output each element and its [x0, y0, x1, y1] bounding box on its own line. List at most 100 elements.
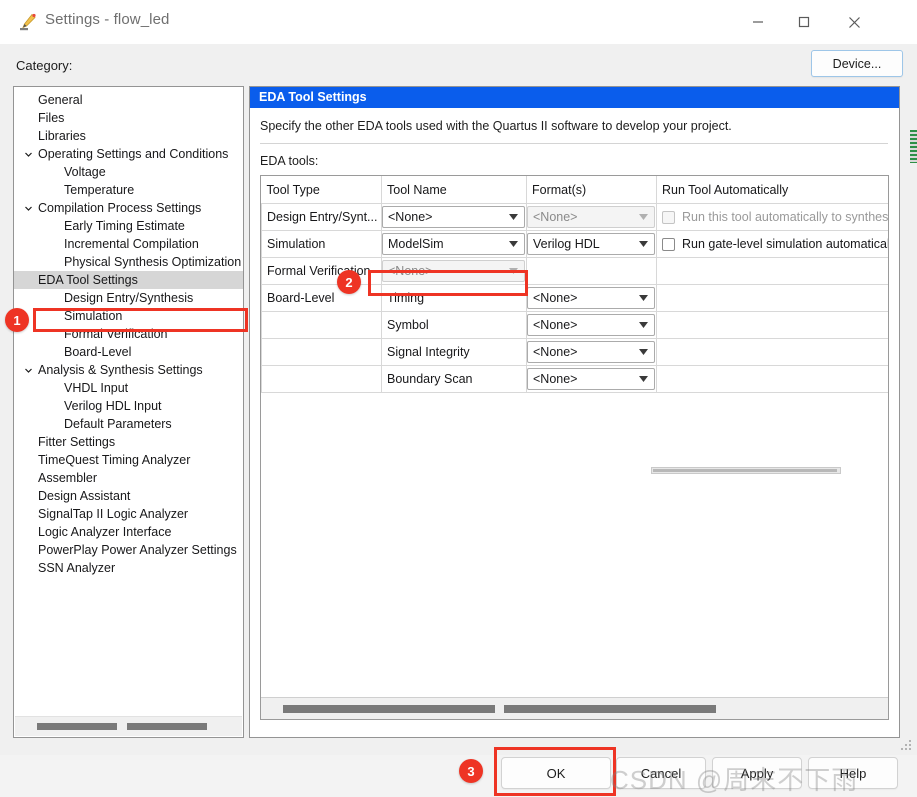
tree-item-physical-synthesis-optimization[interactable]: Physical Synthesis Optimization: [14, 253, 243, 271]
device-button[interactable]: Device...: [811, 50, 903, 77]
tree-item-formal-verification[interactable]: Formal Verification: [14, 325, 243, 343]
tree-item-analysis-synthesis-settings[interactable]: Analysis & Synthesis Settings: [14, 361, 243, 379]
resize-grip-icon[interactable]: [901, 740, 912, 751]
chevron-down-icon[interactable]: [509, 261, 518, 281]
tree-item-design-entry-synthesis[interactable]: Design Entry/Synthesis: [14, 289, 243, 307]
tree-scroll-thumb-left[interactable]: [37, 723, 117, 730]
format-dropdown[interactable]: <None>: [527, 341, 655, 363]
format-dropdown[interactable]: <None>: [527, 314, 655, 336]
table-row: Simulation ModelSim Verilog HDL Run gate-le…: [261, 230, 888, 258]
cell-tool-name[interactable]: <None>: [381, 257, 527, 285]
table-header-tool-name[interactable]: Tool Name: [381, 176, 527, 204]
minimize-button[interactable]: [735, 0, 781, 44]
chevron-down-icon[interactable]: [639, 342, 648, 362]
tree-item-label: Verilog HDL Input: [64, 399, 162, 413]
cell-format[interactable]: <None>: [526, 311, 657, 339]
chevron-down-icon[interactable]: [639, 288, 648, 308]
cell-format[interactable]: Verilog HDL: [526, 230, 657, 258]
tree-item-assembler[interactable]: Assembler: [14, 469, 243, 487]
table-header-run-tool-automatically[interactable]: Run Tool Automatically: [656, 176, 888, 204]
tree-item-label: Simulation: [64, 309, 123, 323]
format-dropdown[interactable]: <None>: [527, 206, 655, 228]
ok-button[interactable]: OK: [501, 757, 611, 789]
chevron-down-icon[interactable]: [22, 199, 34, 217]
tree-item-simulation[interactable]: Simulation: [14, 307, 243, 325]
help-button[interactable]: Help: [808, 757, 898, 789]
tree-item-verilog-hdl-input[interactable]: Verilog HDL Input: [14, 397, 243, 415]
cell-format[interactable]: <None>: [526, 284, 657, 312]
tree-item-temperature[interactable]: Temperature: [14, 181, 243, 199]
tree-item-label: Default Parameters: [64, 417, 172, 431]
chevron-down-icon[interactable]: [639, 207, 648, 227]
cell-format[interactable]: <None>: [526, 203, 657, 231]
tree-item-libraries[interactable]: Libraries: [14, 127, 243, 145]
format-dropdown[interactable]: Verilog HDL: [527, 233, 655, 255]
annotation-badge-1: 1: [5, 308, 29, 332]
cell-tool-name[interactable]: Symbol: [381, 311, 527, 339]
chevron-down-icon[interactable]: [22, 361, 34, 379]
run-tool-checkbox[interactable]: [662, 210, 675, 224]
cell-tool-name[interactable]: Signal Integrity: [381, 338, 527, 366]
category-tree-list[interactable]: General Files Libraries Operating Settings …: [14, 91, 243, 715]
chevron-down-icon[interactable]: [639, 234, 648, 254]
cell-format: [526, 257, 657, 285]
table-horizontal-scrollbar[interactable]: [261, 697, 888, 719]
tool-name-value: <None>: [388, 210, 433, 224]
tool-name-dropdown[interactable]: <None>: [382, 260, 525, 282]
tree-item-label: Assembler: [38, 471, 98, 485]
tree-item-eda-tool-settings[interactable]: EDA Tool Settings: [14, 271, 243, 289]
tree-item-files[interactable]: Files: [14, 109, 243, 127]
table-header-tool-type[interactable]: Tool Type: [261, 176, 382, 204]
cancel-button[interactable]: Cancel: [616, 757, 706, 789]
tree-item-vhdl-input[interactable]: VHDL Input: [14, 379, 243, 397]
chevron-down-icon[interactable]: [509, 207, 518, 227]
tree-item-design-assistant[interactable]: Design Assistant: [14, 487, 243, 505]
tree-item-compilation-process-settings[interactable]: Compilation Process Settings: [14, 199, 243, 217]
table-scroll-thumb-left[interactable]: [283, 705, 495, 713]
chevron-down-icon[interactable]: [639, 369, 648, 389]
cell-tool-name[interactable]: Timing: [381, 284, 527, 312]
cell-run-tool-automatically[interactable]: Run gate-level simulation automaticall: [656, 230, 888, 258]
tree-item-ssn-analyzer[interactable]: SSN Analyzer: [14, 559, 243, 577]
cell-tool-type: Design Entry/Synt...: [261, 203, 382, 231]
tree-item-label: Early Timing Estimate: [64, 219, 185, 233]
format-value: <None>: [533, 210, 578, 224]
cell-format[interactable]: <None>: [526, 338, 657, 366]
tree-scroll-thumb-right[interactable]: [127, 723, 207, 730]
table-header-format-s[interactable]: Format(s): [526, 176, 657, 204]
tree-item-voltage[interactable]: Voltage: [14, 163, 243, 181]
tree-item-label: Libraries: [38, 129, 86, 143]
cell-format[interactable]: <None>: [526, 365, 657, 393]
tree-item-incremental-compilation[interactable]: Incremental Compilation: [14, 235, 243, 253]
panel-divider: [260, 143, 888, 144]
close-button[interactable]: [831, 0, 877, 44]
cell-tool-name[interactable]: ModelSim: [381, 230, 527, 258]
format-dropdown[interactable]: <None>: [527, 368, 655, 390]
chevron-down-icon[interactable]: [639, 315, 648, 335]
cell-run-tool-automatically: [656, 365, 888, 393]
maximize-button[interactable]: [781, 0, 827, 44]
tree-item-timequest-timing-analyzer[interactable]: TimeQuest Timing Analyzer: [14, 451, 243, 469]
run-tool-checkbox[interactable]: [662, 237, 675, 251]
tree-item-signaltap-ii-logic-analyzer[interactable]: SignalTap II Logic Analyzer: [14, 505, 243, 523]
tree-horizontal-scrollbar[interactable]: [15, 716, 242, 736]
format-dropdown[interactable]: <None>: [527, 287, 655, 309]
cell-tool-name[interactable]: Boundary Scan: [381, 365, 527, 393]
tool-name-dropdown[interactable]: ModelSim: [382, 233, 525, 255]
tree-item-general[interactable]: General: [14, 91, 243, 109]
apply-button[interactable]: Apply: [712, 757, 802, 789]
tree-item-early-timing-estimate[interactable]: Early Timing Estimate: [14, 217, 243, 235]
chevron-down-icon[interactable]: [509, 234, 518, 254]
tree-item-powerplay-power-analyzer-settings[interactable]: PowerPlay Power Analyzer Settings: [14, 541, 243, 559]
tree-item-fitter-settings[interactable]: Fitter Settings: [14, 433, 243, 451]
cell-tool-name[interactable]: <None>: [381, 203, 527, 231]
format-column-inner-scrollbar[interactable]: [651, 467, 841, 474]
table-scroll-thumb-right[interactable]: [504, 705, 716, 713]
tool-name-dropdown[interactable]: <None>: [382, 206, 525, 228]
chevron-down-icon[interactable]: [22, 145, 34, 163]
cell-run-tool-automatically[interactable]: Run this tool automatically to synthesiz: [656, 203, 888, 231]
tree-item-operating-settings-and-conditions[interactable]: Operating Settings and Conditions: [14, 145, 243, 163]
tree-item-board-level[interactable]: Board-Level: [14, 343, 243, 361]
tree-item-default-parameters[interactable]: Default Parameters: [14, 415, 243, 433]
tree-item-logic-analyzer-interface[interactable]: Logic Analyzer Interface: [14, 523, 243, 541]
